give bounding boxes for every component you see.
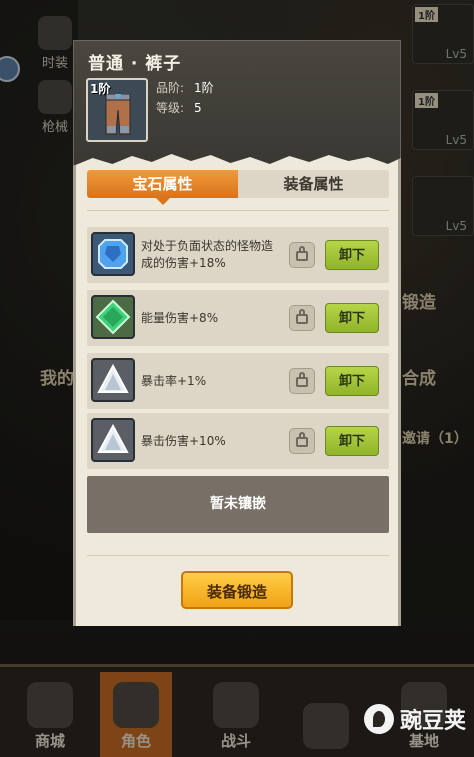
unload-button[interactable]: 卸下 xyxy=(325,303,379,333)
tab-divider xyxy=(87,210,389,211)
gem-effect-text: 暴击率+1% xyxy=(141,373,207,388)
green-gem-icon xyxy=(91,295,135,339)
item-detail-dialog: 普通 · 裤子 1阶 品阶: 1阶 等级: 5 宝石属性 装备属性 对处于负面状态的 xyxy=(73,40,401,626)
dialog-header: 普通 · 裤子 1阶 品阶: 1阶 等级: 5 xyxy=(73,40,401,166)
white-gem-icon xyxy=(91,418,135,462)
lock-icon[interactable] xyxy=(289,368,315,394)
wandoujia-logo-icon xyxy=(363,704,394,734)
info-quality-value: 1阶 xyxy=(194,81,214,95)
pants-icon xyxy=(105,94,131,135)
gem-effect-text: 对处于负面状态的怪物造成的伤害+18% xyxy=(141,239,274,270)
unload-button[interactable]: 卸下 xyxy=(325,366,379,396)
lock-icon[interactable] xyxy=(289,242,315,268)
gem-row: 暴击率+1% 卸下 xyxy=(87,353,389,409)
info-quality-key: 品阶: xyxy=(156,81,185,95)
gem-row: 对处于负面状态的怪物造成的伤害+18% 卸下 xyxy=(87,227,389,283)
equip-forge-button[interactable]: 装备锻造 xyxy=(181,571,293,609)
gem-row: 能量伤害+8% 卸下 xyxy=(87,290,389,346)
white-gem-icon xyxy=(91,358,135,402)
unload-button[interactable]: 卸下 xyxy=(325,240,379,270)
gem-row: 暴击伤害+10% 卸下 xyxy=(87,413,389,469)
tab-gem-attributes[interactable]: 宝石属性 xyxy=(87,170,238,205)
lock-icon[interactable] xyxy=(289,305,315,331)
dialog-title: 普通 · 裤子 xyxy=(88,54,182,74)
lock-icon[interactable] xyxy=(289,428,315,454)
watermark-text: 豌豆荚 xyxy=(399,709,466,734)
tab-equip-attributes[interactable]: 装备属性 xyxy=(238,170,389,198)
info-level-value: 5 xyxy=(194,101,202,115)
gem-effect-text: 暴击伤害+10% xyxy=(141,433,226,448)
info-level: 等级: 5 xyxy=(156,99,202,116)
section-divider xyxy=(87,555,389,556)
blue-gem-icon xyxy=(91,232,135,276)
attribute-tabs: 宝石属性 装备属性 xyxy=(87,170,389,205)
item-thumbnail: 1阶 xyxy=(86,78,148,142)
unload-button[interactable]: 卸下 xyxy=(325,426,379,456)
info-level-key: 等级: xyxy=(156,101,185,115)
gem-effect-text: 能量伤害+8% xyxy=(141,310,219,325)
empty-gem-slot[interactable]: 暂未镶嵌 xyxy=(87,476,389,533)
watermark: 豌豆荚 xyxy=(363,703,466,735)
info-quality: 品阶: 1阶 xyxy=(156,79,214,96)
